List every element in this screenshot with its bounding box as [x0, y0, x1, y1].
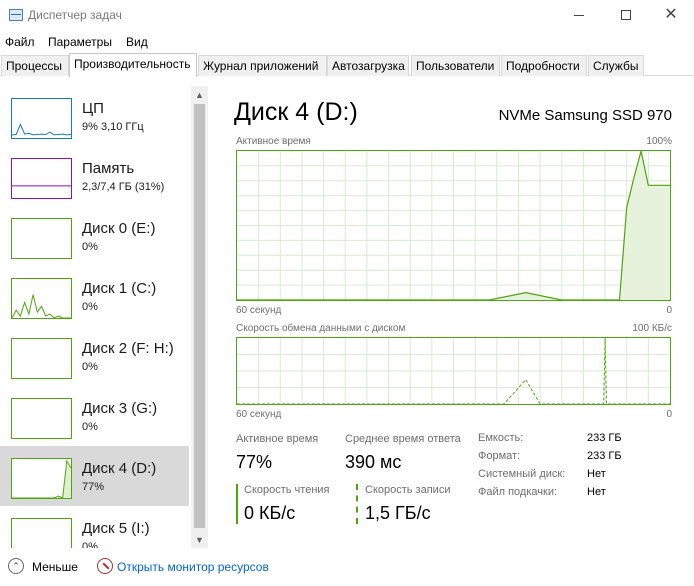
cpu-thumbnail — [11, 98, 72, 139]
maximize-button[interactable] — [603, 0, 649, 30]
read-speed-label: Скорость чтения — [244, 484, 330, 496]
sidebar-item-memory[interactable]: Память 2,3/7,4 ГБ (31%) — [0, 146, 189, 206]
sidebar-item-value: 2,3/7,4 ГБ (31%) — [82, 181, 165, 193]
write-speed-label: Скорость записи — [365, 484, 451, 496]
sidebar-item-disk5[interactable]: Диск 5 (I:) 0% — [0, 506, 189, 548]
capacity-label: Емкость: — [478, 432, 524, 444]
disk1-thumbnail-graph — [12, 294, 71, 318]
chevron-up-icon[interactable]: ⌃ — [8, 558, 24, 574]
sidebar-item-cpu[interactable]: ЦП 9% 3,10 ГГц — [0, 86, 189, 146]
format-value: 233 ГБ — [587, 450, 622, 462]
page-file-value: Нет — [587, 486, 606, 498]
sidebar-item-value: 0% — [82, 541, 98, 548]
transfer-graph-time: 60 секунд — [236, 409, 282, 420]
disk0-thumbnail — [11, 218, 72, 259]
system-disk-value: Нет — [587, 468, 606, 480]
minimize-icon — [574, 14, 584, 16]
tab-processes[interactable]: Процессы — [1, 55, 69, 76]
menu-file[interactable]: Файл — [5, 35, 35, 49]
disk4-thumbnail-graph — [12, 459, 71, 498]
sidebar-item-disk2[interactable]: Диск 2 (F: H:) 0% — [0, 326, 189, 386]
tab-performance[interactable]: Производительность — [69, 53, 197, 77]
read-speed-indicator — [236, 484, 238, 524]
memory-thumbnail — [11, 158, 72, 199]
sidebar-item-label: ЦП — [82, 100, 104, 117]
disk1-thumbnail — [11, 278, 72, 319]
tab-users[interactable]: Пользователи — [411, 55, 500, 76]
tab-services[interactable]: Службы — [588, 55, 644, 76]
sidebar-item-value: 9% 3,10 ГГц — [82, 121, 144, 133]
sidebar-item-label: Память — [82, 160, 135, 177]
active-graph-time: 60 секунд — [236, 305, 282, 316]
active-time-chart — [237, 151, 670, 300]
transfer-rate-chart — [237, 338, 670, 404]
sidebar-item-label: Диск 0 (E:) — [82, 220, 156, 237]
avg-response-label: Среднее время ответа — [345, 433, 461, 445]
fewer-details-button[interactable]: Меньше — [32, 560, 78, 574]
read-speed-value: 0 КБ/с — [244, 503, 296, 523]
transfer-graph-max: 100 КБ/с — [632, 323, 672, 334]
system-disk-label: Системный диск: — [478, 468, 566, 480]
disk4-thumbnail — [11, 458, 72, 499]
device-name: NVMe Samsung SSD 970 — [498, 107, 672, 124]
sidebar-item-label: Диск 5 (I:) — [82, 520, 150, 537]
cpu-thumbnail-graph — [12, 123, 71, 136]
minimize-button[interactable] — [556, 0, 602, 30]
page-title: Диск 4 (D:) — [234, 98, 358, 126]
footer: ⌃ Меньше Открыть монитор ресурсов — [0, 556, 694, 586]
menu-view[interactable]: Вид — [126, 35, 148, 49]
close-button[interactable]: ✕ — [648, 0, 694, 30]
tab-app-history[interactable]: Журнал приложений — [198, 55, 327, 76]
sidebar: ЦП 9% 3,10 ГГц Память 2,3/7,4 ГБ (31%) Д… — [0, 78, 210, 548]
tab-details[interactable]: Подробности — [501, 55, 587, 76]
sidebar-item-value: 0% — [82, 361, 98, 373]
tab-bar: Процессы Производительность Журнал прило… — [0, 53, 694, 77]
scroll-down-icon[interactable]: ▼ — [191, 531, 208, 548]
avg-response-value: 390 мс — [345, 452, 402, 472]
active-time-label: Активное время — [236, 433, 319, 445]
sidebar-item-value: 0% — [82, 241, 98, 253]
write-speed-indicator — [356, 484, 358, 524]
disk5-thumbnail — [11, 518, 72, 548]
task-manager-icon — [9, 9, 23, 21]
window-title: Диспетчер задач — [28, 8, 122, 22]
active-graph-min: 0 — [666, 305, 672, 316]
write-speed-value: 1,5 ГБ/с — [365, 503, 431, 523]
page-file-label: Файл подкачки: — [478, 486, 558, 498]
scroll-thumb[interactable] — [194, 104, 205, 528]
capacity-value: 233 ГБ — [587, 432, 622, 444]
sidebar-item-disk0[interactable]: Диск 0 (E:) 0% — [0, 206, 189, 266]
sidebar-item-label: Диск 3 (G:) — [82, 400, 158, 417]
resource-monitor-icon[interactable] — [97, 558, 113, 574]
maximize-icon — [621, 10, 631, 20]
scroll-up-icon[interactable]: ▲ — [191, 86, 208, 103]
sidebar-item-disk1[interactable]: Диск 1 (C:) 0% — [0, 266, 189, 326]
tab-startup[interactable]: Автозагрузка — [327, 55, 409, 76]
sidebar-item-label: Диск 2 (F: H:) — [82, 340, 174, 357]
disk2-thumbnail — [11, 338, 72, 379]
close-icon: ✕ — [664, 6, 678, 23]
open-resource-monitor-link[interactable]: Открыть монитор ресурсов — [117, 560, 269, 574]
active-graph-label: Активное время — [236, 136, 311, 147]
sidebar-item-value: 0% — [82, 301, 98, 313]
transfer-rate-graph — [236, 337, 671, 405]
active-time-graph — [236, 150, 671, 301]
active-time-value: 77% — [236, 452, 273, 472]
transfer-graph-min: 0 — [666, 409, 672, 420]
title-bar: Диспетчер задач ✕ — [0, 0, 694, 32]
transfer-graph-label: Скорость обмена данными с диском — [236, 323, 406, 334]
sidebar-item-label: Диск 1 (C:) — [82, 280, 157, 297]
active-graph-max: 100% — [646, 136, 672, 147]
sidebar-item-label: Диск 4 (D:) — [82, 460, 157, 477]
sidebar-item-value: 77% — [82, 481, 105, 493]
disk3-thumbnail — [11, 398, 72, 439]
format-label: Формат: — [478, 450, 521, 462]
sidebar-scrollbar[interactable]: ▲ ▼ — [191, 86, 208, 548]
sidebar-item-disk4[interactable]: Диск 4 (D:) 77% — [0, 446, 189, 506]
menu-options[interactable]: Параметры — [48, 35, 112, 49]
sidebar-item-value: 0% — [82, 421, 98, 433]
memory-thumbnail-graph — [12, 185, 71, 187]
sidebar-item-disk3[interactable]: Диск 3 (G:) 0% — [0, 386, 189, 446]
